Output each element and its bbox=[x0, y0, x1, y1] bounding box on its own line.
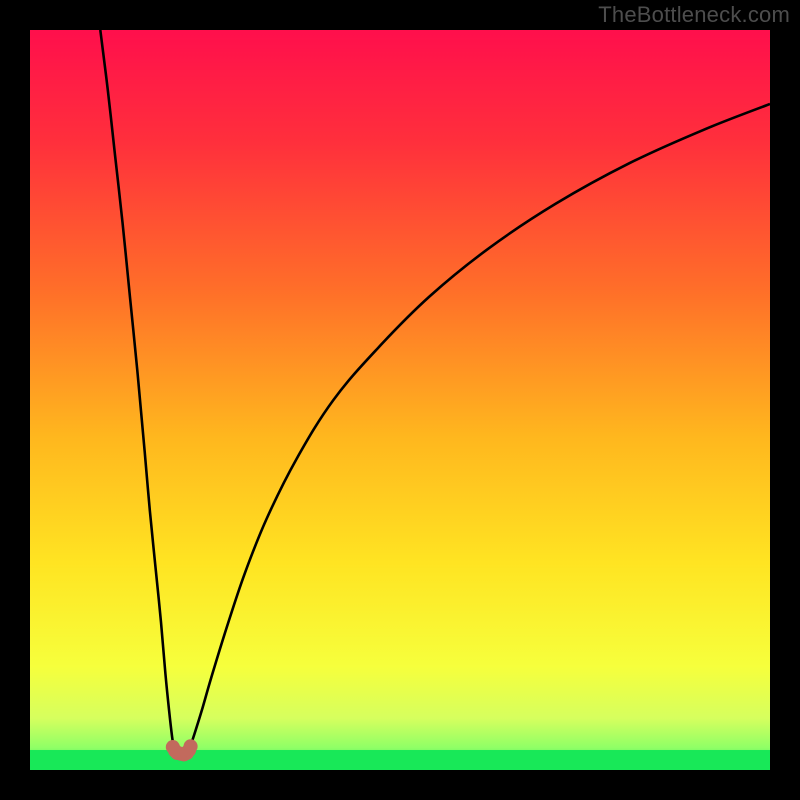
bottleneck-chart bbox=[30, 30, 770, 770]
bottom-band bbox=[30, 750, 770, 770]
watermark-text: TheBottleneck.com bbox=[598, 2, 790, 28]
chart-frame: TheBottleneck.com bbox=[0, 0, 800, 800]
valley-marker-7 bbox=[184, 739, 198, 753]
